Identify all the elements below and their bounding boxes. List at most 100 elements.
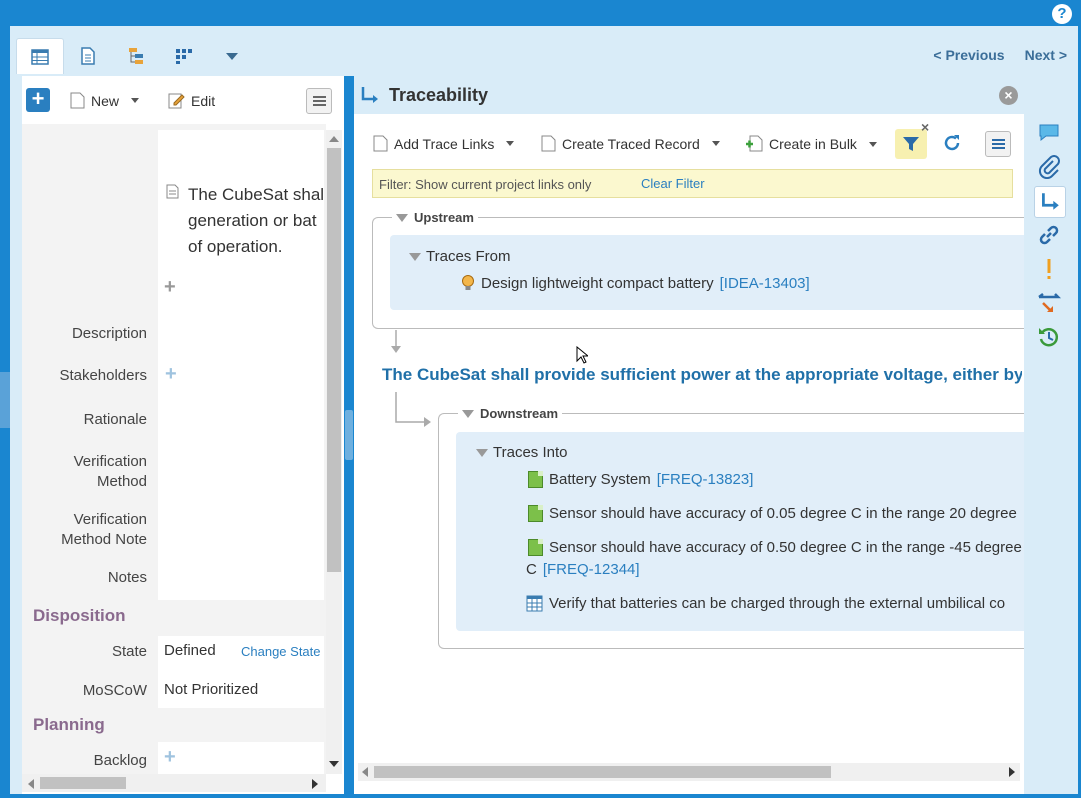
upstream-item[interactable]: Design lightweight compact battery [IDEA-… (461, 274, 810, 292)
item-id-link[interactable]: [IDEA-13403] (720, 275, 810, 292)
requirement-icon (528, 539, 543, 556)
tab-more-views[interactable] (208, 38, 256, 74)
item-id-link[interactable]: [FREQ-13823] (657, 471, 754, 488)
downstream-title-text: Downstream (480, 406, 559, 421)
previous-link[interactable]: < Previous (933, 47, 1004, 63)
edit-icon (168, 93, 185, 109)
chevron-down-icon (868, 141, 877, 147)
downstream-item[interactable]: Sensor should have accuracy of 0.50 degr… (528, 539, 1022, 556)
document-icon (541, 135, 556, 152)
discussion-icon[interactable] (1036, 120, 1062, 146)
item-text: Sensor should have accuracy of 0.05 degr… (549, 505, 1017, 522)
tab-tree-view[interactable] (112, 38, 160, 74)
scrollbar-thumb[interactable] (327, 148, 341, 572)
add-trace-links-label: Add Trace Links (394, 135, 495, 152)
side-toolbar (1024, 76, 1076, 794)
help-icon[interactable]: ? (1052, 4, 1072, 24)
item-id-link[interactable]: [FREQ-12344] (543, 561, 640, 578)
requirement-icon (166, 184, 179, 199)
summary-line: generation or bat (188, 211, 317, 230)
create-traced-record-button[interactable]: Create Traced Record (541, 135, 720, 152)
chevron-down-icon (131, 98, 140, 103)
workflow-icon[interactable] (1036, 290, 1062, 316)
alert-icon[interactable] (1036, 256, 1062, 282)
splitter-grip[interactable] (345, 410, 353, 460)
chevron-down-icon (226, 53, 238, 60)
downstream-item[interactable]: Battery System [FREQ-13823] (528, 471, 753, 488)
downstream-item[interactable]: Sensor should have accuracy of 0.05 degr… (528, 505, 1017, 522)
filter-icon (903, 137, 919, 151)
idea-bulb-icon (462, 275, 474, 290)
record-toolbar: + New Edit (22, 76, 344, 124)
board-icon (176, 49, 192, 64)
add-icon[interactable]: + (164, 276, 176, 299)
filter-text: Filter: Show current project links only (379, 177, 592, 192)
document-icon (373, 135, 388, 152)
refresh-icon[interactable] (942, 133, 962, 153)
change-state-link[interactable]: Change State (241, 644, 321, 659)
add-backlog-icon[interactable]: + (164, 746, 176, 769)
chevron-down-icon (711, 141, 720, 146)
clear-filter-link[interactable]: Clear Filter (641, 176, 705, 191)
scroll-right-icon[interactable] (1009, 767, 1015, 777)
tab-list-view[interactable] (16, 38, 64, 74)
moscow-label: MoSCoW (82, 682, 147, 699)
edit-button[interactable]: Edit (168, 92, 215, 109)
scroll-left-icon[interactable] (28, 779, 34, 789)
notes-label: Notes (107, 569, 147, 586)
mouse-cursor-icon (576, 346, 588, 364)
rationale-label: Rationale (83, 411, 147, 428)
test-case-table-icon (526, 595, 543, 612)
verification-method-note-label: Verification Method Note (22, 510, 147, 550)
traces-from-heading[interactable]: Traces From (409, 248, 510, 265)
traceability-menu-button[interactable] (985, 131, 1011, 157)
create-in-bulk-button[interactable]: Create in Bulk (745, 135, 877, 153)
scrollbar-thumb[interactable] (40, 777, 126, 789)
traceability-title: Traceability (389, 85, 489, 105)
requirement-icon (528, 505, 543, 522)
downstream-item-continuation[interactable]: C [FREQ-12344] (526, 561, 640, 578)
traces-from-box (390, 235, 1030, 310)
item-text: Design lightweight compact battery (481, 274, 714, 292)
scroll-down-icon[interactable] (329, 761, 339, 767)
scroll-up-icon[interactable] (329, 136, 339, 142)
next-link[interactable]: Next > (1025, 47, 1067, 63)
history-icon[interactable] (1036, 324, 1062, 350)
upstream-title[interactable]: Upstream (392, 210, 478, 225)
create-in-bulk-label: Create in Bulk (769, 136, 857, 152)
record-fields: The CubeSat shal generation or bat of op… (22, 124, 326, 774)
new-button[interactable]: New (70, 92, 140, 109)
downstream-title[interactable]: Downstream (458, 406, 563, 421)
record-menu-button[interactable] (306, 88, 332, 114)
traceability-icon[interactable] (1034, 186, 1066, 218)
label-line: Method (96, 473, 147, 490)
scroll-left-icon[interactable] (362, 767, 368, 777)
add-trace-links-button[interactable]: Add Trace Links (373, 135, 515, 152)
bulk-create-icon (746, 135, 763, 152)
link-icon[interactable] (1036, 222, 1062, 248)
left-collapse-handle[interactable] (0, 372, 10, 428)
attachment-icon[interactable] (1036, 154, 1062, 180)
summary-line: of operation. (188, 237, 283, 256)
scrollbar-thumb[interactable] (374, 766, 831, 778)
label-line: Verification (73, 511, 147, 528)
verification-method-label: Verification Method (22, 452, 147, 492)
scroll-right-icon[interactable] (312, 779, 318, 789)
moscow-value: Not Prioritized (164, 681, 259, 698)
tab-document-view[interactable] (64, 38, 112, 74)
planning-values (158, 742, 324, 774)
add-icon[interactable]: + (26, 88, 50, 112)
clear-filter-icon[interactable]: × (921, 119, 929, 135)
table-view-icon (31, 48, 49, 65)
edit-button-label: Edit (191, 92, 216, 109)
collapse-icon (462, 410, 474, 418)
current-requirement-title[interactable]: The CubeSat shall provide sufficient pow… (382, 365, 1022, 385)
label-line: Verification (73, 453, 147, 470)
add-stakeholder-icon[interactable]: + (165, 363, 177, 386)
view-tabs (16, 38, 256, 74)
downstream-item[interactable]: Verify that batteries can be charged thr… (526, 595, 1005, 612)
close-icon[interactable]: × (999, 86, 1018, 105)
tab-board-view[interactable] (160, 38, 208, 74)
disposition-heading: Disposition (33, 606, 126, 625)
chevron-down-icon (506, 141, 515, 146)
